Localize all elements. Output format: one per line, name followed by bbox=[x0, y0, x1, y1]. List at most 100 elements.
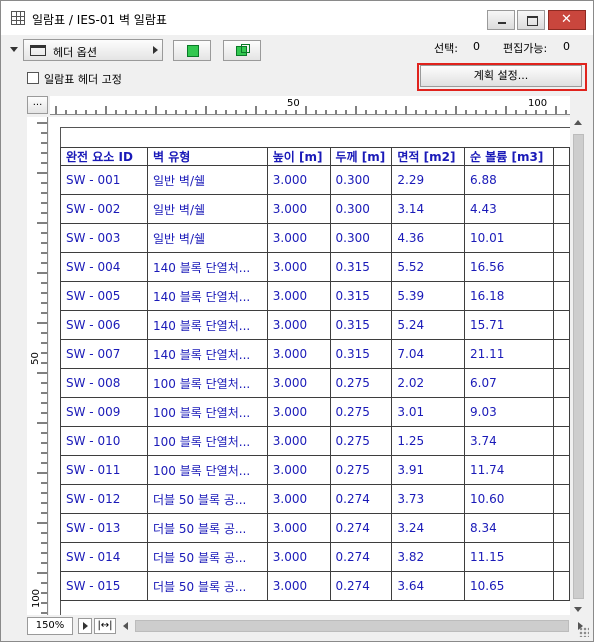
table-cell[interactable]: 0.315 bbox=[329, 281, 393, 311]
column-header[interactable]: 높이 [m] bbox=[266, 147, 331, 166]
table-cell[interactable]: 0.274 bbox=[329, 513, 393, 543]
table-cell[interactable]: 3.000 bbox=[266, 281, 331, 311]
table-row[interactable]: SW - 011 100 블록 단열처... 3.000 0.275 3.91 11.74 bbox=[59, 455, 570, 485]
table-cell[interactable]: 4.36 bbox=[391, 223, 465, 253]
table-row[interactable]: SW - 002 일반 벽/쉘 3.000 0.300 3.14 4.43 bbox=[59, 194, 570, 224]
table-cell[interactable]: 10.01 bbox=[463, 223, 555, 253]
column-header[interactable]: 벽 유형 bbox=[147, 147, 268, 166]
table-cell[interactable]: 0.275 bbox=[329, 397, 393, 427]
freeze-header-checkbox[interactable] bbox=[27, 72, 39, 84]
table-row[interactable]: SW - 009 100 블록 단열처... 3.000 0.275 3.01 9.03 bbox=[59, 397, 570, 427]
table-cell[interactable]: 일반 벽/쉘 bbox=[147, 165, 268, 195]
table-cell[interactable]: 0.315 bbox=[329, 310, 393, 340]
table-cell[interactable]: 3.000 bbox=[266, 397, 331, 427]
plan-setup-button[interactable]: 계획 설정... bbox=[420, 65, 582, 87]
minimize-button[interactable] bbox=[487, 10, 515, 30]
table-cell[interactable]: 0.274 bbox=[329, 542, 393, 572]
column-header[interactable]: 두께 [m] bbox=[329, 147, 393, 166]
horizontal-scroll-thumb[interactable] bbox=[135, 620, 569, 632]
table-cell[interactable]: 더블 50 블록 공... bbox=[147, 513, 268, 543]
table-cell[interactable]: SW - 010 bbox=[59, 426, 149, 456]
table-cell[interactable]: 11.74 bbox=[463, 455, 555, 485]
table-row[interactable]: SW - 013 더블 50 블록 공... 3.000 0.274 3.24 8.34 bbox=[59, 513, 570, 543]
zoom-menu-button[interactable] bbox=[78, 618, 92, 634]
table-cell[interactable]: 3.000 bbox=[266, 310, 331, 340]
table-cell[interactable]: 더블 50 블록 공... bbox=[147, 484, 268, 514]
table-cell[interactable]: SW - 009 bbox=[59, 397, 149, 427]
schedule-canvas[interactable]: 완전 요소 ID 벽 유형 높이 [m] 두께 [m] 면적 [m2] 순 볼륨… bbox=[49, 117, 570, 615]
table-cell[interactable]: SW - 001 bbox=[59, 165, 149, 195]
table-cell[interactable]: 3.73 bbox=[391, 484, 465, 514]
table-cell[interactable]: 0.315 bbox=[329, 339, 393, 369]
table-cell[interactable]: 5.52 bbox=[391, 252, 465, 282]
table-cell[interactable]: 3.000 bbox=[266, 455, 331, 485]
table-cell[interactable]: 3.000 bbox=[266, 513, 331, 543]
table-cell[interactable]: 5.24 bbox=[391, 310, 465, 340]
panel-menu-arrow-icon[interactable] bbox=[10, 47, 18, 52]
table-cell[interactable]: 9.03 bbox=[463, 397, 555, 427]
table-cell[interactable]: SW - 002 bbox=[59, 194, 149, 224]
table-cell[interactable]: 3.14 bbox=[391, 194, 465, 224]
table-cell[interactable]: 8.34 bbox=[463, 513, 555, 543]
table-cell[interactable]: 0.300 bbox=[329, 223, 393, 253]
horizontal-scrollbar[interactable] bbox=[119, 618, 587, 634]
table-cell[interactable]: 140 블록 단열처... bbox=[147, 281, 268, 311]
table-cell[interactable]: 3.000 bbox=[266, 571, 331, 601]
scroll-left-icon[interactable] bbox=[123, 622, 128, 630]
table-cell[interactable]: 100 블록 단열처... bbox=[147, 368, 268, 398]
table-cell[interactable]: 140 블록 단열처... bbox=[147, 310, 268, 340]
table-cell[interactable]: SW - 006 bbox=[59, 310, 149, 340]
table-cell[interactable]: 0.275 bbox=[329, 368, 393, 398]
table-cell[interactable]: 1.25 bbox=[391, 426, 465, 456]
header-options-button[interactable]: 헤더 옵션 bbox=[23, 39, 163, 61]
resize-grip-icon[interactable] bbox=[579, 627, 589, 637]
column-header[interactable]: 면적 [m2] bbox=[391, 147, 465, 166]
table-cell[interactable]: 0.300 bbox=[329, 165, 393, 195]
vertical-scroll-thumb[interactable] bbox=[573, 134, 584, 599]
table-cell[interactable]: 3.000 bbox=[266, 339, 331, 369]
table-cell[interactable]: 5.39 bbox=[391, 281, 465, 311]
maximize-button[interactable] bbox=[517, 10, 545, 30]
table-cell[interactable]: SW - 003 bbox=[59, 223, 149, 253]
table-row[interactable]: SW - 008 100 블록 단열처... 3.000 0.275 2.02 6.07 bbox=[59, 368, 570, 398]
table-cell[interactable]: 3.64 bbox=[391, 571, 465, 601]
table-cell[interactable]: SW - 012 bbox=[59, 484, 149, 514]
table-cell[interactable]: 3.000 bbox=[266, 542, 331, 572]
ruler-corner-button[interactable]: ... bbox=[27, 96, 48, 114]
table-cell[interactable]: 100 블록 단열처... bbox=[147, 455, 268, 485]
table-row[interactable]: SW - 007 140 블록 단열처... 3.000 0.315 7.04 21.11 bbox=[59, 339, 570, 369]
table-cell[interactable]: 10.60 bbox=[463, 484, 555, 514]
table-cell[interactable]: 3.01 bbox=[391, 397, 465, 427]
table-cell[interactable]: 더블 50 블록 공... bbox=[147, 571, 268, 601]
table-cell[interactable]: 0.275 bbox=[329, 426, 393, 456]
table-cell[interactable]: 3.000 bbox=[266, 223, 331, 253]
table-row[interactable]: SW - 004 140 블록 단열처... 3.000 0.315 5.52 16.56 bbox=[59, 252, 570, 282]
table-cell[interactable]: 0.300 bbox=[329, 194, 393, 224]
table-cell[interactable]: 21.11 bbox=[463, 339, 555, 369]
table-cell[interactable]: 일반 벽/쉘 bbox=[147, 223, 268, 253]
table-row[interactable]: SW - 005 140 블록 단열처... 3.000 0.315 5.39 16.18 bbox=[59, 281, 570, 311]
table-row[interactable]: SW - 006 140 블록 단열처... 3.000 0.315 5.24 15.71 bbox=[59, 310, 570, 340]
table-cell[interactable]: SW - 004 bbox=[59, 252, 149, 282]
table-cell[interactable]: 3.000 bbox=[266, 484, 331, 514]
table-cell[interactable]: 3.000 bbox=[266, 165, 331, 195]
select-element-button[interactable] bbox=[173, 40, 211, 61]
table-cell[interactable]: 더블 50 블록 공... bbox=[147, 542, 268, 572]
table-cell[interactable]: 6.88 bbox=[463, 165, 555, 195]
scroll-down-icon[interactable] bbox=[574, 607, 582, 612]
table-cell[interactable]: SW - 013 bbox=[59, 513, 149, 543]
table-cell[interactable]: 일반 벽/쉘 bbox=[147, 194, 268, 224]
table-row[interactable]: SW - 014 더블 50 블록 공... 3.000 0.274 3.82 11.15 bbox=[59, 542, 570, 572]
table-cell[interactable]: SW - 007 bbox=[59, 339, 149, 369]
table-cell[interactable]: 16.18 bbox=[463, 281, 555, 311]
table-row[interactable]: SW - 001 일반 벽/쉘 3.000 0.300 2.29 6.88 bbox=[59, 165, 570, 195]
table-cell[interactable]: 0.274 bbox=[329, 484, 393, 514]
table-cell[interactable]: 3.24 bbox=[391, 513, 465, 543]
table-cell[interactable]: 3.74 bbox=[463, 426, 555, 456]
table-row[interactable]: SW - 012 더블 50 블록 공... 3.000 0.274 3.73 10.60 bbox=[59, 484, 570, 514]
table-cell[interactable]: 0.315 bbox=[329, 252, 393, 282]
table-cell[interactable]: SW - 014 bbox=[59, 542, 149, 572]
table-cell[interactable]: SW - 011 bbox=[59, 455, 149, 485]
select-all-elements-button[interactable] bbox=[223, 40, 261, 61]
table-cell[interactable]: 3.91 bbox=[391, 455, 465, 485]
